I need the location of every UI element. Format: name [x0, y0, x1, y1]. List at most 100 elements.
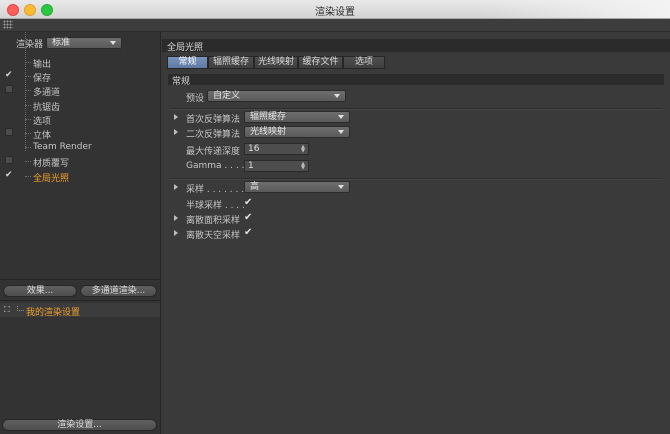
title-bar-fade	[480, 0, 670, 18]
section-header: 常规	[168, 74, 664, 87]
tree-branch	[25, 161, 31, 163]
sidebar-item-label: 立体	[33, 130, 52, 141]
render-setting-item[interactable]: ⛶ 我的渲染设置	[0, 303, 160, 318]
tab-irradiance-cache[interactable]: 辐照缓存	[208, 56, 254, 69]
tab-light-mapping[interactable]: 光线映射	[254, 56, 298, 69]
sampling-label: 采样 . . . . . . .	[186, 185, 245, 195]
render-settings-button[interactable]: 渲染设置...	[2, 419, 157, 431]
secondary-method-value: 光线映射	[250, 127, 287, 137]
grip-icon[interactable]	[3, 20, 13, 29]
renderer-label: 渲染器	[16, 40, 44, 50]
tree-branch	[25, 90, 31, 92]
hemisphere-sampling-label: 半球采样 . . . .	[186, 201, 245, 211]
panel-title: 全局光照	[167, 43, 204, 53]
max-depth-value: 16	[248, 144, 260, 154]
sampling-row: 采样 . . . . . . . 高	[162, 181, 670, 195]
sky-sampling-row: 离散天空采样 ✔	[162, 227, 670, 241]
sampling-dropdown[interactable]: 高	[244, 181, 350, 193]
chevron-down-icon	[110, 41, 116, 45]
area-sampling-row: 离散面积采样 ✔	[162, 212, 670, 226]
spinner-arrows-icon[interactable]: ▲ ▼	[301, 145, 305, 154]
preset-label: 预设	[186, 94, 205, 104]
sampling-value: 高	[250, 182, 260, 192]
tab-general[interactable]: 常规	[167, 56, 208, 69]
effect-button[interactable]: 效果...	[3, 285, 77, 297]
sidebar-item-label: 全局光照	[33, 173, 70, 184]
renderer-row: 渲染器 标准	[0, 36, 160, 50]
secondary-method-row: 二次反弹算法 光线映射	[162, 126, 670, 140]
settings-tree: 输出 ✔ 保存 多通道 抗锯齿 选项 立体 Team Render 材质覆写 ✔…	[0, 32, 160, 184]
sidebar-item-label: 抗锯齿	[33, 102, 61, 113]
sidebar-item-label: 保存	[33, 74, 52, 85]
multipass-render-button[interactable]: 多通道渲染...	[80, 285, 157, 297]
properties-panel: 全局光照 常规 辐照缓存 光线映射 缓存文件 选项 常规 预设 自定义 首次反弹…	[162, 32, 670, 434]
area-sampling-checkbox[interactable]: ✔	[244, 213, 253, 223]
secondary-method-label: 二次反弹算法	[186, 130, 241, 140]
sidebar-item-material-override[interactable]: 材质覆写	[0, 154, 160, 170]
sidebar-item-label: 输出	[33, 60, 52, 70]
preset-dropdown[interactable]: 自定义	[207, 90, 346, 102]
tab-options[interactable]: 选项	[343, 56, 385, 69]
divider	[0, 300, 160, 301]
divider	[172, 108, 662, 110]
sidebar-item-save[interactable]: ✔ 保存	[0, 69, 160, 85]
render-setting-icon: ⛶	[4, 305, 10, 314]
toolbar	[0, 19, 670, 32]
gamma-label: Gamma . . . .	[186, 161, 245, 171]
sidebar-item-team-render[interactable]: Team Render	[0, 140, 160, 154]
checkbox-empty[interactable]	[5, 85, 13, 94]
gamma-field[interactable]: 1 ▲ ▼	[244, 160, 309, 172]
renderer-value: 标准	[52, 38, 71, 48]
checkmark-icon[interactable]: ✔	[5, 170, 14, 180]
tree-branch	[17, 306, 24, 311]
sidebar-item-output[interactable]: 输出	[0, 55, 160, 70]
tree-branch	[25, 132, 31, 134]
sidebar-item-label: Team Render	[33, 142, 92, 153]
hemisphere-sampling-checkbox[interactable]: ✔	[244, 198, 253, 208]
panel-title-bar: 全局光照	[162, 39, 670, 53]
secondary-method-dropdown[interactable]: 光线映射	[244, 126, 350, 138]
divider	[172, 178, 662, 180]
divider	[0, 279, 160, 280]
tree-branch	[25, 175, 31, 177]
checkmark-icon[interactable]: ✔	[5, 71, 14, 80]
sidebar-item-multipass[interactable]: 多通道	[0, 83, 160, 99]
sidebar-item-options[interactable]: 选项	[0, 112, 160, 127]
sidebar-item-label: 选项	[33, 116, 52, 127]
chevron-down-icon	[334, 94, 340, 98]
sidebar-item-antialiasing[interactable]: 抗锯齿	[0, 98, 160, 113]
sidebar-item-stereo[interactable]: 立体	[0, 126, 160, 141]
renderer-dropdown[interactable]: 标准	[46, 37, 122, 49]
gamma-row: Gamma . . . . 1 ▲ ▼	[162, 160, 670, 173]
expand-arrow-icon[interactable]	[174, 114, 178, 120]
tree-branch	[25, 118, 31, 120]
chevron-down-icon	[338, 115, 344, 119]
gamma-value: 1	[248, 161, 254, 171]
chevron-down-icon	[338, 185, 344, 189]
checkbox-empty[interactable]	[5, 156, 13, 165]
preset-row: 预设 自定义	[162, 90, 670, 104]
sidebar-item-global-illumination[interactable]: ✔ 全局光照	[0, 169, 160, 184]
section-title: 常规	[172, 77, 191, 87]
title-bar: 渲染设置	[0, 0, 670, 19]
tree-branch	[25, 76, 31, 78]
spinner-arrows-icon[interactable]: ▲ ▼	[301, 162, 305, 171]
checkbox-empty[interactable]	[5, 127, 13, 136]
expand-arrow-icon[interactable]	[174, 184, 178, 190]
sidebar-item-label: 材质覆写	[33, 159, 70, 170]
tree-branch	[25, 62, 31, 63]
max-depth-field[interactable]: 16 ▲ ▼	[244, 143, 309, 155]
expand-arrow-icon[interactable]	[174, 215, 178, 221]
max-depth-row: 最大传递深度 16 ▲ ▼	[162, 143, 670, 157]
tab-cache-files[interactable]: 缓存文件	[298, 56, 343, 69]
expand-arrow-icon[interactable]	[174, 129, 178, 135]
sidebar-item-label: 多通道	[33, 88, 61, 99]
hemisphere-sampling-row: 半球采样 . . . . ✔	[162, 197, 670, 212]
settings-sidebar: 渲染器 标准 输出 ✔ 保存 多通道 抗锯齿 选项 立体 Team Render…	[0, 32, 161, 434]
preset-value: 自定义	[213, 91, 241, 101]
sky-sampling-checkbox[interactable]: ✔	[244, 228, 253, 238]
max-depth-label: 最大传递深度	[186, 147, 241, 157]
primary-method-dropdown[interactable]: 辐照缓存	[244, 111, 350, 123]
expand-arrow-icon[interactable]	[174, 230, 178, 236]
primary-method-row: 首次反弹算法 辐照缓存	[162, 111, 670, 125]
